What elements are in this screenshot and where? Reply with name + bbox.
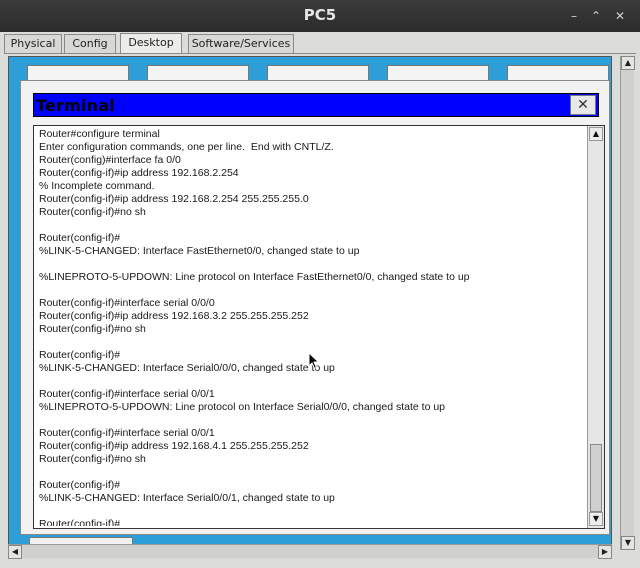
minimize-icon[interactable]: – xyxy=(566,8,582,24)
terminal-line: Enter configuration commands, one per li… xyxy=(39,141,334,153)
tab-config[interactable]: Config xyxy=(64,34,116,53)
terminal-line: Router(config-if)#no sh xyxy=(39,323,146,335)
scroll-right-icon[interactable]: ▶ xyxy=(598,545,612,559)
tab-desktop[interactable]: Desktop xyxy=(120,33,182,54)
terminal-titlebar[interactable]: Terminal ✕ xyxy=(33,93,599,117)
terminal-scroll-thumb[interactable] xyxy=(590,444,602,512)
terminal-line: %LINEPROTO-5-UPDOWN: Line protocol on In… xyxy=(39,271,470,283)
terminal-line: Router(config-if)#ip address 192.168.3.2… xyxy=(39,310,309,322)
scroll-up-icon[interactable]: ▲ xyxy=(621,56,635,70)
terminal-line: % Incomplete command. xyxy=(39,180,155,192)
desktop-horizontal-scrollbar[interactable]: ◀ ▶ xyxy=(8,544,612,559)
terminal-line: Router(config-if)#no sh xyxy=(39,453,146,465)
restore-icon[interactable]: ⌃ xyxy=(588,8,604,24)
desktop-vertical-scrollbar[interactable]: ▲ ▼ xyxy=(620,56,635,550)
scroll-up-icon[interactable]: ▲ xyxy=(589,127,603,141)
terminal-line: Router(config-if)# xyxy=(39,232,121,244)
terminal-line: Router(config-if)# xyxy=(39,518,121,526)
terminal-line: Router(config-if)#ip address 192.168.2.2… xyxy=(39,193,309,205)
terminal-line: Router(config-if)#ip address 192.168.2.2… xyxy=(39,167,239,179)
terminal-line: Router(config)#interface fa 0/0 xyxy=(39,154,181,166)
window-title: PC5 xyxy=(303,6,337,24)
scroll-down-icon[interactable]: ▼ xyxy=(621,536,635,550)
terminal-line: Router(config-if)#interface serial 0/0/1 xyxy=(39,427,215,439)
scroll-left-icon[interactable]: ◀ xyxy=(8,545,22,559)
terminal-line: Router(config-if)#ip address 192.168.4.1… xyxy=(39,440,309,452)
terminal-title: Terminal xyxy=(36,96,115,115)
terminal-text[interactable]: Router#configure terminal Enter configura… xyxy=(39,128,579,526)
terminal-line: %LINK-5-CHANGED: Interface FastEthernet0… xyxy=(39,245,360,257)
terminal-line: %LINK-5-CHANGED: Interface Serial0/0/1, … xyxy=(39,492,335,504)
terminal-line: Router(config-if)#no sh xyxy=(39,206,146,218)
terminal-line: Router#configure terminal xyxy=(39,128,160,140)
tab-divider xyxy=(4,53,636,54)
tab-software-services[interactable]: Software/Services xyxy=(188,34,294,53)
terminal-close-button[interactable]: ✕ xyxy=(570,95,596,115)
scroll-down-icon[interactable]: ▼ xyxy=(589,512,603,526)
window-titlebar: PC5 – ⌃ ✕ xyxy=(0,0,640,32)
mouse-pointer-icon xyxy=(308,352,320,370)
terminal-line: Router(config-if)#interface serial 0/0/0 xyxy=(39,297,215,309)
terminal-dialog: Terminal ✕ Router#configure terminal Ente… xyxy=(20,80,610,535)
close-icon[interactable]: ✕ xyxy=(612,8,628,24)
terminal-output[interactable]: Router#configure terminal Enter configura… xyxy=(33,125,605,529)
terminal-scrollbar[interactable]: ▲ ▼ xyxy=(587,126,604,528)
terminal-line: Router(config-if)#interface serial 0/0/1 xyxy=(39,388,215,400)
terminal-line: %LINEPROTO-5-UPDOWN: Line protocol on In… xyxy=(39,401,446,413)
terminal-line: Router(config-if)# xyxy=(39,479,121,491)
tab-physical[interactable]: Physical xyxy=(4,34,62,53)
